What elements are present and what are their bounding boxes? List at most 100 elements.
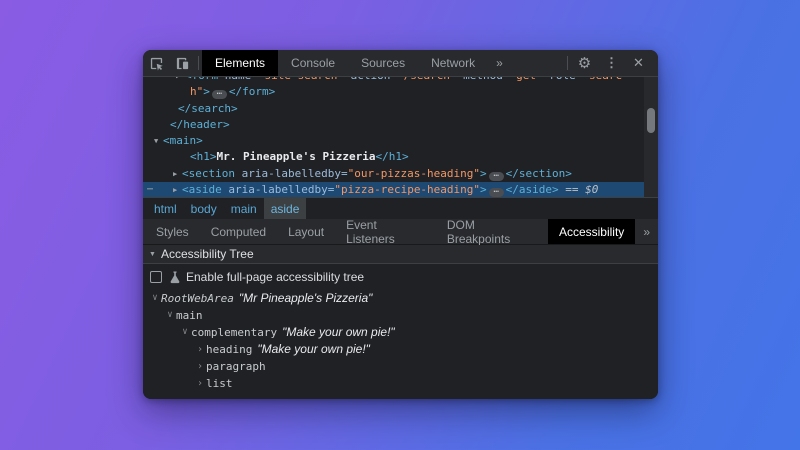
- chevron-down-icon[interactable]: ∨: [149, 290, 161, 307]
- code-token-attr: action=: [344, 77, 397, 82]
- dom-rows: ▶<form name="site-search" action="/searc…: [143, 77, 658, 198]
- a11y-role-label: RootWebArea: [161, 290, 234, 307]
- code-token-attr: method=: [457, 77, 510, 82]
- a11y-tree-row-paragraph[interactable]: ›paragraph: [143, 358, 658, 375]
- code-token-val: "searc: [582, 77, 622, 82]
- tab-computed[interactable]: Computed: [200, 219, 277, 244]
- code-token-tag: </form>: [229, 85, 275, 98]
- accessibility-tree: ∨RootWebArea"Mr Pineapple's Pizzeria"∨ma…: [143, 290, 658, 392]
- row-options-dots-icon[interactable]: ⋯: [147, 182, 154, 198]
- a11y-role-label: complementary: [191, 324, 277, 341]
- dom-tree-pane: ▶<form name="site-search" action="/searc…: [143, 77, 658, 198]
- device-toolbar-icon[interactable]: [169, 50, 195, 76]
- code-token-val: "/search": [397, 77, 457, 82]
- code-token-attr: name=: [218, 77, 258, 82]
- tab-event-listeners[interactable]: Event Listeners: [335, 219, 436, 244]
- a11y-role-label: list: [206, 375, 233, 392]
- code-token-tag: </aside>: [506, 183, 559, 196]
- a11y-tree-row-complementary[interactable]: ∨complementary "Make your own pie!": [143, 324, 658, 341]
- code-token-tag: </search>: [178, 102, 238, 115]
- code-token-val: h": [190, 85, 203, 98]
- accessibility-tree-section-header[interactable]: ▼ Accessibility Tree: [143, 245, 658, 264]
- a11y-tree-row-heading[interactable]: ›heading "Make your own pie!": [143, 341, 658, 358]
- chevron-down-icon[interactable]: ∨: [179, 324, 191, 341]
- tab-layout[interactable]: Layout: [277, 219, 335, 244]
- code-token-attr: role=: [543, 77, 583, 82]
- code-token-tag: </section>: [506, 167, 572, 180]
- dom-tree-row[interactable]: ▶<form name="site-search" action="/searc…: [143, 77, 658, 84]
- inspect-element-icon[interactable]: [143, 50, 169, 76]
- tab-sources[interactable]: Sources: [348, 50, 418, 76]
- dom-tree-row[interactable]: ▶<section aria-labelledby="our-pizzas-he…: [143, 166, 658, 182]
- tab-console[interactable]: Console: [278, 50, 348, 76]
- a11y-tree-row-main[interactable]: ∨main: [143, 307, 658, 324]
- code-token-val: "get": [510, 77, 543, 82]
- collapsed-arrow-icon[interactable]: ▶: [176, 77, 185, 84]
- code-token-attr: aria-labelledby=: [235, 167, 348, 180]
- experiment-flask-icon: [169, 271, 181, 284]
- tab-styles[interactable]: Styles: [145, 219, 200, 244]
- tab-accessibility[interactable]: Accessibility: [548, 219, 635, 244]
- sidebar-tabs: StylesComputedLayoutEvent ListenersDOM B…: [145, 219, 635, 244]
- collapsed-content-ellipsis-button[interactable]: …: [489, 172, 504, 181]
- dom-scrollbar-thumb[interactable]: [647, 108, 655, 133]
- a11y-tree-row-rootwebarea[interactable]: ∨RootWebArea"Mr Pineapple's Pizzeria": [143, 290, 658, 307]
- code-token-txt: Mr. Pineapple's Pizzeria: [217, 150, 376, 163]
- accessibility-pane: ▼ Accessibility Tree Enable full-page ac…: [143, 245, 658, 399]
- more-sidebar-tabs-chevron-icon[interactable]: »: [635, 219, 658, 244]
- sidebar-tab-strip: StylesComputedLayoutEvent ListenersDOM B…: [143, 219, 658, 245]
- breadcrumb-item-html[interactable]: html: [147, 198, 184, 219]
- breadcrumb-item-body[interactable]: body: [184, 198, 224, 219]
- tab-elements[interactable]: Elements: [202, 50, 278, 76]
- tab-network[interactable]: Network: [418, 50, 488, 76]
- expanded-arrow-icon[interactable]: ▼: [154, 133, 163, 149]
- collapsed-arrow-icon[interactable]: ▶: [173, 182, 182, 198]
- toolbar-right-controls: ⚙ ⋮ ✕: [564, 50, 658, 76]
- settings-gear-icon[interactable]: ⚙: [571, 50, 598, 76]
- code-token-attr: aria-labelledby=: [222, 183, 335, 196]
- collapsed-content-ellipsis-button[interactable]: …: [212, 90, 227, 99]
- breadcrumb-item-main[interactable]: main: [224, 198, 264, 219]
- breadcrumb: htmlbodymainaside: [143, 198, 658, 219]
- collapsed-content-ellipsis-button[interactable]: …: [489, 188, 504, 197]
- code-token-tag: <main>: [163, 134, 203, 147]
- toolbar-separator: [198, 56, 199, 70]
- customize-menu-icon[interactable]: ⋮: [598, 50, 625, 76]
- code-token-tag: >: [203, 85, 210, 98]
- a11y-accessible-name: "Make your own pie!": [282, 324, 395, 341]
- code-token-tag: <form: [185, 77, 218, 82]
- tab-dom-breakpoints[interactable]: DOM Breakpoints: [436, 219, 548, 244]
- dom-tree-row[interactable]: h">…</form>: [143, 84, 658, 100]
- dom-tree-row[interactable]: ⋯ ▶<aside aria-labelledby="pizza-recipe-h…: [143, 182, 658, 198]
- code-token-tag: >: [480, 183, 487, 196]
- collapsed-arrow-icon[interactable]: ▶: [173, 166, 182, 182]
- code-token-val: "site-search": [258, 77, 344, 82]
- code-token-tag: >: [480, 167, 487, 180]
- chevron-right-icon[interactable]: ›: [194, 375, 206, 392]
- breadcrumb-item-aside[interactable]: aside: [264, 198, 307, 219]
- a11y-tree-row-list[interactable]: ›list: [143, 375, 658, 392]
- code-token-tag: </header>: [170, 118, 230, 131]
- more-tabs-chevron-icon[interactable]: »: [488, 50, 511, 76]
- code-token-tag: <aside: [182, 183, 222, 196]
- devtools-window: ElementsConsoleSourcesNetwork » ⚙ ⋮ ✕ ▶<…: [143, 50, 658, 399]
- full-page-a11y-tree-row: Enable full-page accessibility tree: [143, 264, 658, 290]
- toolbar-separator: [567, 56, 568, 70]
- dom-scrollbar-track[interactable]: [644, 77, 658, 197]
- dom-tree-row[interactable]: ▼<main>: [143, 133, 658, 149]
- enable-full-page-tree-checkbox[interactable]: [150, 271, 162, 283]
- chevron-down-icon[interactable]: ∨: [164, 307, 176, 324]
- a11y-accessible-name: "Make your own pie!": [257, 341, 370, 358]
- close-icon[interactable]: ✕: [625, 50, 652, 76]
- chevron-right-icon[interactable]: ›: [194, 341, 206, 358]
- dom-tree-row[interactable]: </header>: [143, 117, 658, 133]
- dom-tree-row[interactable]: <h1>Mr. Pineapple's Pizzeria</h1>: [143, 149, 658, 165]
- section-collapse-icon: ▼: [149, 251, 156, 258]
- a11y-role-label: heading: [206, 341, 252, 358]
- dom-tree-row[interactable]: </search>: [143, 101, 658, 117]
- chevron-right-icon[interactable]: ›: [194, 358, 206, 375]
- main-tab-strip: ElementsConsoleSourcesNetwork: [202, 50, 488, 76]
- code-token-val: "pizza-recipe-heading": [334, 183, 480, 196]
- devtools-toolbar: ElementsConsoleSourcesNetwork » ⚙ ⋮ ✕: [143, 50, 658, 77]
- section-title: Accessibility Tree: [161, 247, 254, 261]
